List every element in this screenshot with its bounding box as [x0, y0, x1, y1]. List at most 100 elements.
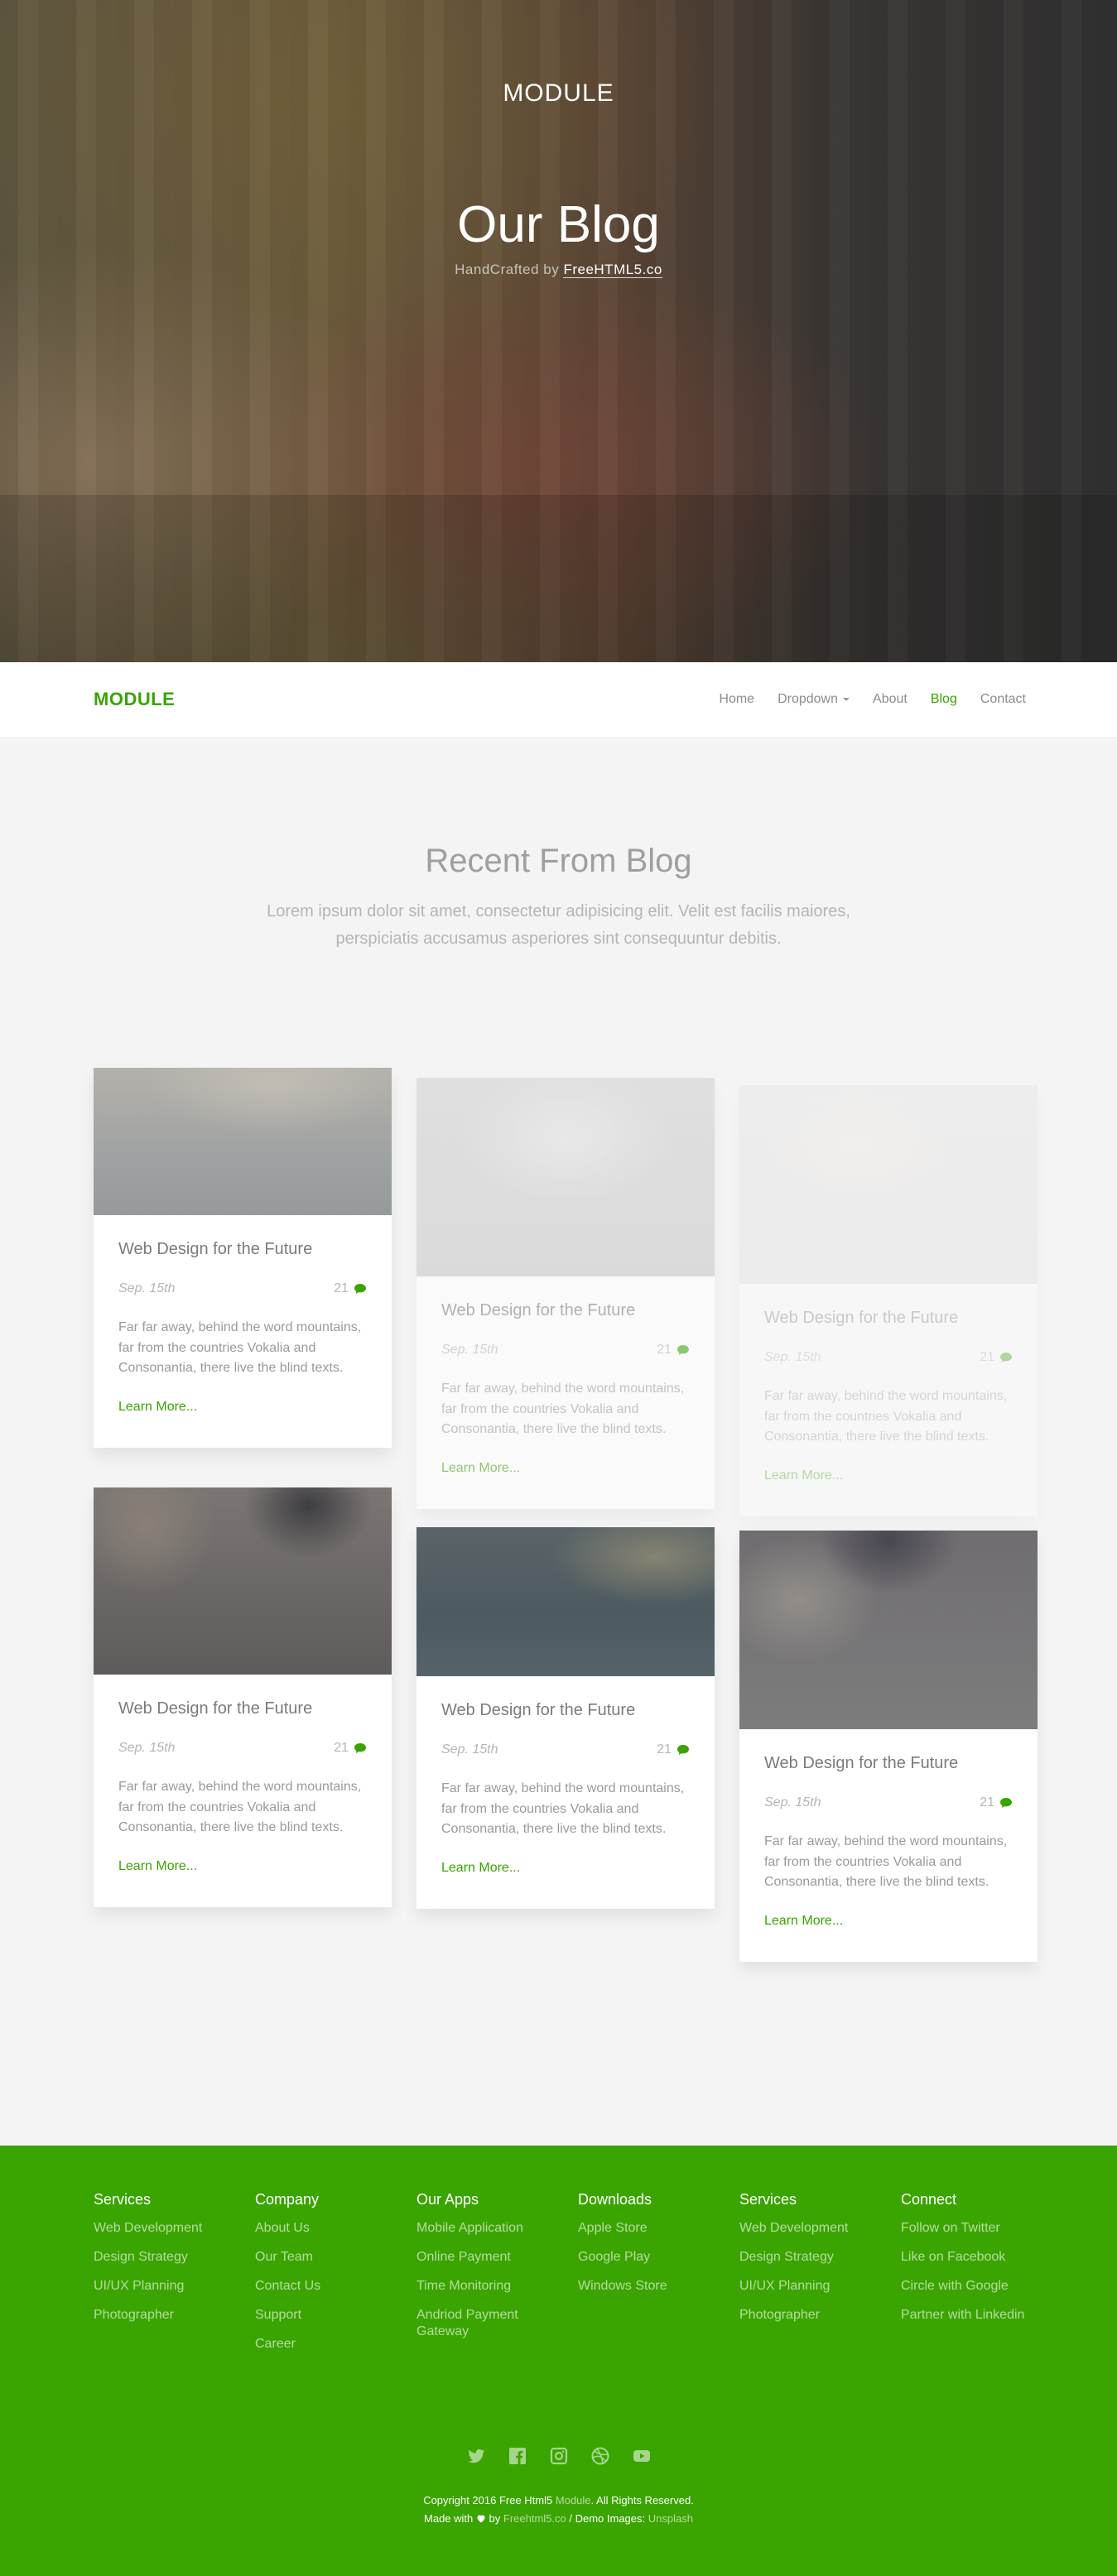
blog-card-excerpt: Far far away, behind the word mountains,… — [764, 1389, 1008, 1444]
learn-more-link[interactable]: Learn More... — [441, 1461, 520, 1476]
blog-card: Web Design for the Future Sep. 15th 21 F… — [416, 1527, 715, 1909]
social-links — [0, 2445, 1117, 2467]
blog-card-image[interactable] — [416, 1527, 715, 1676]
blog-card-excerpt: Far far away, behind the word mountains,… — [441, 1382, 685, 1436]
blog-card-date: Sep. 15th — [118, 1281, 176, 1295]
footer-link[interactable]: Online Payment — [416, 2249, 561, 2266]
footer-link[interactable]: Follow on Twitter — [901, 2220, 1046, 2237]
footer-link[interactable]: Windows Store — [578, 2278, 723, 2295]
freehtml5-footer-link[interactable]: Freehtml5.co — [503, 2512, 566, 2525]
credits-line: Made with by Freehtml5.co / Demo Images:… — [0, 2510, 1117, 2528]
footer-link[interactable]: Design Strategy — [94, 2249, 238, 2266]
hero-subtitle: HandCrafted by FreeHTML5.co — [0, 262, 1117, 278]
by-text: by — [489, 2512, 501, 2525]
copyright-text: Copyright 2016 Free Html5 — [423, 2494, 553, 2506]
footer-link[interactable]: Mobile Application — [416, 2220, 561, 2237]
footer-column-title: Services — [739, 2191, 797, 2208]
blog-card-image[interactable] — [94, 1487, 392, 1675]
blog-card: Web Design for the Future Sep. 15th 21 F… — [94, 1487, 392, 1907]
footer-link[interactable]: Web Development — [94, 2220, 238, 2237]
blog-card-date: Sep. 15th — [764, 1350, 821, 1364]
facebook-icon[interactable] — [507, 2445, 528, 2467]
blog-card-title[interactable]: Web Design for the Future — [118, 1240, 367, 1259]
comment-count: 21 — [657, 1343, 690, 1358]
copyright-brand: Module — [555, 2494, 591, 2506]
blog-card-title[interactable]: Web Design for the Future — [441, 1701, 690, 1720]
footer-column-connect: Connect Follow on Twitter Like on Facebo… — [901, 2191, 1062, 2365]
blog-card-title[interactable]: Web Design for the Future — [118, 1699, 367, 1718]
nav-item-contact[interactable]: Contact — [980, 692, 1026, 707]
footer-column-downloads: Downloads Apple Store Google Play Window… — [578, 2191, 739, 2365]
footer-column-title: Services — [94, 2191, 152, 2208]
footer-column-title: Company — [255, 2191, 320, 2208]
unsplash-link[interactable]: Unsplash — [648, 2512, 693, 2525]
instagram-icon[interactable] — [548, 2445, 570, 2467]
footer-column-title: Downloads — [578, 2191, 652, 2208]
footer-link[interactable]: Apple Store — [578, 2220, 723, 2237]
site-footer: Services Web Development Design Strategy… — [0, 2146, 1117, 2576]
footer-link[interactable]: UI/UX Planning — [739, 2278, 884, 2295]
footer-columns: Services Web Development Design Strategy… — [94, 2191, 1062, 2365]
nav-item-dropdown-label: Dropdown — [778, 692, 839, 706]
youtube-icon[interactable] — [631, 2445, 652, 2467]
comment-count: 21 — [334, 1741, 367, 1756]
nav-item-about[interactable]: About — [873, 692, 908, 707]
blog-card-title[interactable]: Web Design for the Future — [764, 1309, 1013, 1328]
footer-link[interactable]: Support — [255, 2307, 400, 2324]
demo-images-text: / Demo Images: — [569, 2512, 646, 2525]
blog-card-image[interactable] — [94, 1068, 392, 1215]
blog-card-date: Sep. 15th — [441, 1343, 498, 1357]
site-logo[interactable]: MODULE — [94, 689, 175, 710]
blog-card-title[interactable]: Web Design for the Future — [441, 1301, 690, 1320]
blog-header: Recent From Blog Lorem ipsum dolor sit a… — [0, 843, 1117, 953]
nav-item-home-label: Home — [719, 692, 755, 706]
learn-more-link[interactable]: Learn More... — [118, 1400, 197, 1415]
footer-link[interactable]: Design Strategy — [739, 2249, 884, 2266]
blog-card-image[interactable] — [739, 1085, 1038, 1284]
footer-column-services: Services Web Development Design Strategy… — [94, 2191, 255, 2365]
footer-link[interactable]: Partner with Linkedin — [901, 2307, 1046, 2324]
caret-down-icon — [843, 698, 850, 701]
nav-item-home[interactable]: Home — [719, 692, 754, 707]
footer-link[interactable]: Career — [255, 2336, 400, 2353]
footer-link[interactable]: About Us — [255, 2220, 400, 2237]
twitter-icon[interactable] — [465, 2445, 487, 2467]
footer-link[interactable]: Time Monitoring — [416, 2278, 561, 2295]
page-title: Our Blog — [457, 196, 660, 253]
footer-link[interactable]: Andriod Payment Gateway — [416, 2307, 561, 2340]
comment-icon — [677, 1345, 689, 1355]
footer-link[interactable]: Our Team — [255, 2249, 400, 2266]
nav-item-blog[interactable]: Blog — [931, 692, 957, 707]
footer-link[interactable]: Like on Facebook — [901, 2249, 1046, 2266]
learn-more-link[interactable]: Learn More... — [441, 1861, 520, 1876]
footer-link[interactable]: Contact Us — [255, 2278, 400, 2295]
footer-link[interactable]: Photographer — [739, 2307, 884, 2324]
dribbble-icon[interactable] — [590, 2445, 611, 2467]
blog-card-excerpt: Far far away, behind the word mountains,… — [441, 1781, 685, 1836]
blog-card-excerpt: Far far away, behind the word mountains,… — [118, 1320, 362, 1375]
footer-column-title: Our Apps — [416, 2191, 479, 2208]
section-title: Recent From Blog — [425, 843, 692, 879]
blog-card: Web Design for the Future Sep. 15th 21 F… — [94, 1068, 392, 1448]
comment-count: 21 — [334, 1281, 367, 1296]
blog-card-title[interactable]: Web Design for the Future — [764, 1754, 1013, 1773]
learn-more-link[interactable]: Learn More... — [764, 1914, 843, 1929]
learn-more-link[interactable]: Learn More... — [118, 1859, 197, 1874]
comment-icon — [1000, 1798, 1012, 1808]
footer-link[interactable]: Web Development — [739, 2220, 884, 2237]
footer-column-company: Company About Us Our Team Contact Us Sup… — [255, 2191, 416, 2365]
blog-card-image[interactable] — [739, 1531, 1038, 1729]
blog-card-image[interactable] — [416, 1078, 715, 1276]
learn-more-link[interactable]: Learn More... — [764, 1468, 843, 1483]
footer-link[interactable]: Photographer — [94, 2307, 238, 2324]
freehtml5-link[interactable]: FreeHTML5.co — [563, 262, 662, 278]
hero-band — [0, 495, 1117, 662]
footer-link[interactable]: Circle with Google — [901, 2278, 1046, 2295]
blog-card-excerpt: Far far away, behind the word mountains,… — [118, 1780, 362, 1834]
footer-link[interactable]: UI/UX Planning — [94, 2278, 238, 2295]
blog-card-date: Sep. 15th — [118, 1741, 176, 1755]
comment-count-value: 21 — [334, 1281, 349, 1295]
nav-item-dropdown[interactable]: Dropdown — [778, 692, 850, 707]
footer-link[interactable]: Google Play — [578, 2249, 723, 2266]
comment-count: 21 — [980, 1795, 1013, 1810]
